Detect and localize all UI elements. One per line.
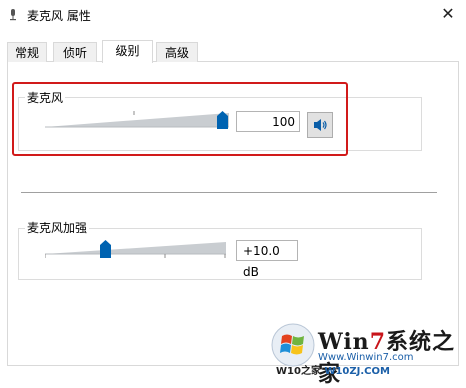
watermark-bottom: W10之家 W10ZJ.COM (276, 366, 390, 377)
boost-slider-track (45, 242, 226, 258)
close-button[interactable]: ✕ (430, 0, 466, 28)
microphone-boost-value: +10.0 dB (236, 240, 298, 279)
tab-general[interactable]: 常规 (7, 42, 47, 62)
highlight-annotation (12, 82, 348, 156)
microphone-boost-label: 麦克风加强 (25, 219, 90, 236)
microphone-boost-slider-thumb[interactable] (100, 240, 111, 258)
microphone-boost-slider[interactable] (45, 240, 226, 260)
window-title: 麦克风 属性 (27, 9, 91, 23)
title-bar: 麦克风 属性 ✕ (0, 0, 466, 30)
tab-advanced[interactable]: 高级 (156, 42, 198, 62)
microphone-icon (10, 9, 16, 21)
section-divider (21, 192, 437, 193)
tab-levels[interactable]: 级别 (102, 40, 153, 63)
tab-bar: 常规 侦听 级别 高级 (7, 40, 459, 63)
tab-listen[interactable]: 侦听 (53, 42, 97, 62)
